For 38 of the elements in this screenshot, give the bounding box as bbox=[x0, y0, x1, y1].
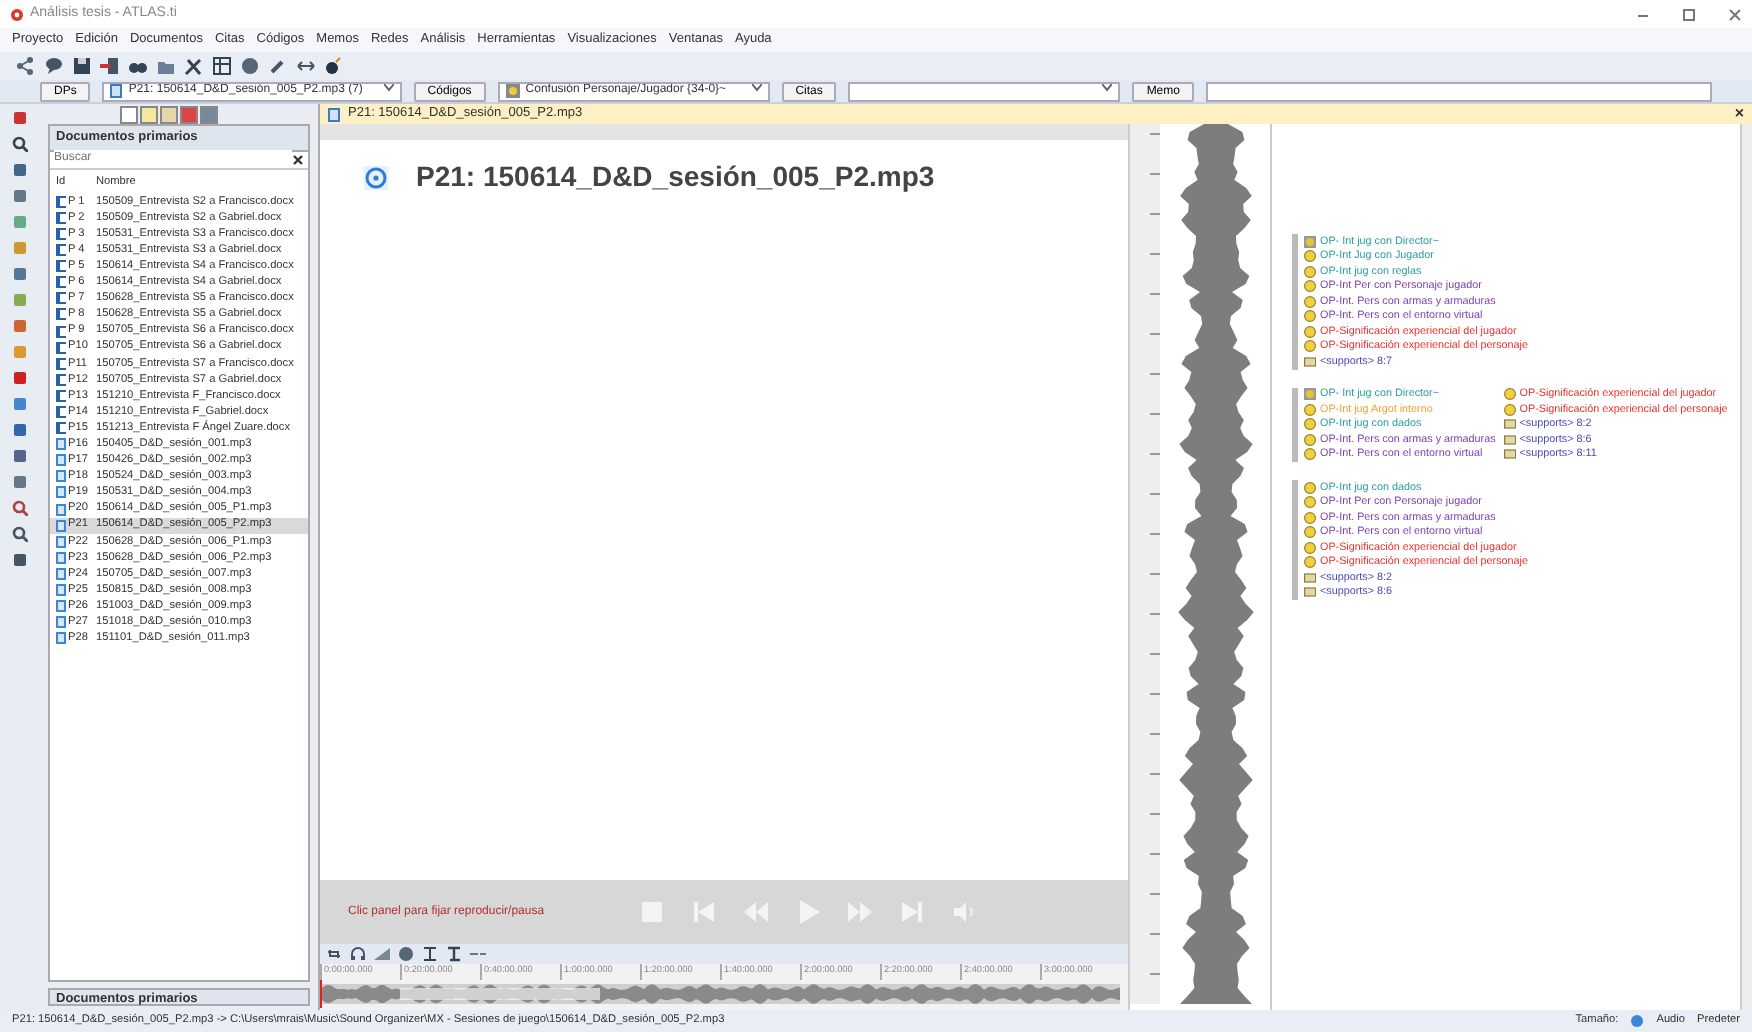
table-icon[interactable] bbox=[212, 56, 232, 76]
loop-icon[interactable] bbox=[326, 946, 342, 962]
mark-start-icon[interactable] bbox=[422, 946, 438, 962]
save-icon[interactable] bbox=[72, 56, 92, 76]
audio-document-icon bbox=[110, 84, 123, 98]
folder-icon[interactable] bbox=[156, 56, 176, 76]
document-title: P21: 150614_D&D_sesión_005_P2.mp3 bbox=[416, 158, 935, 196]
magnifier-icon[interactable] bbox=[12, 526, 28, 542]
code-group-icon bbox=[505, 84, 520, 98]
audio-document-icon bbox=[328, 107, 340, 121]
side-tool-icon[interactable] bbox=[12, 110, 28, 126]
code-hub-icon bbox=[1304, 388, 1316, 401]
dropdown-caret-icon[interactable] bbox=[383, 84, 394, 93]
bomb-icon[interactable] bbox=[324, 56, 344, 76]
memo-tab-icon[interactable] bbox=[160, 106, 178, 124]
memo-field[interactable] bbox=[1205, 81, 1713, 101]
mark-end-icon[interactable] bbox=[446, 946, 462, 962]
speech-bubble-icon[interactable] bbox=[44, 56, 64, 76]
import-icon[interactable] bbox=[100, 56, 120, 76]
close-icon[interactable] bbox=[1728, 7, 1742, 21]
timeline-waveform-drawing[interactable] bbox=[320, 980, 1120, 1008]
app-logo-icon bbox=[10, 7, 24, 21]
network-icon[interactable] bbox=[16, 56, 36, 76]
clear-icon[interactable] bbox=[292, 153, 304, 166]
magnifier-icon[interactable] bbox=[12, 500, 28, 516]
magnifier-icon[interactable] bbox=[12, 136, 28, 152]
memo-icon bbox=[1304, 355, 1316, 368]
maximize-icon[interactable] bbox=[1682, 7, 1696, 21]
dropdown-caret-icon[interactable] bbox=[1102, 84, 1113, 93]
document-tab-icon[interactable] bbox=[120, 106, 138, 124]
close-button[interactable]: × bbox=[1734, 102, 1744, 126]
audio-disc-icon bbox=[364, 165, 388, 189]
headphones-icon[interactable] bbox=[350, 946, 366, 962]
side-tool-icon[interactable] bbox=[12, 552, 28, 568]
code-hub-icon bbox=[1304, 235, 1316, 248]
arrows-icon[interactable] bbox=[296, 56, 316, 76]
code-tab-icon[interactable] bbox=[140, 106, 158, 124]
dropdown-caret-icon[interactable] bbox=[751, 84, 762, 93]
